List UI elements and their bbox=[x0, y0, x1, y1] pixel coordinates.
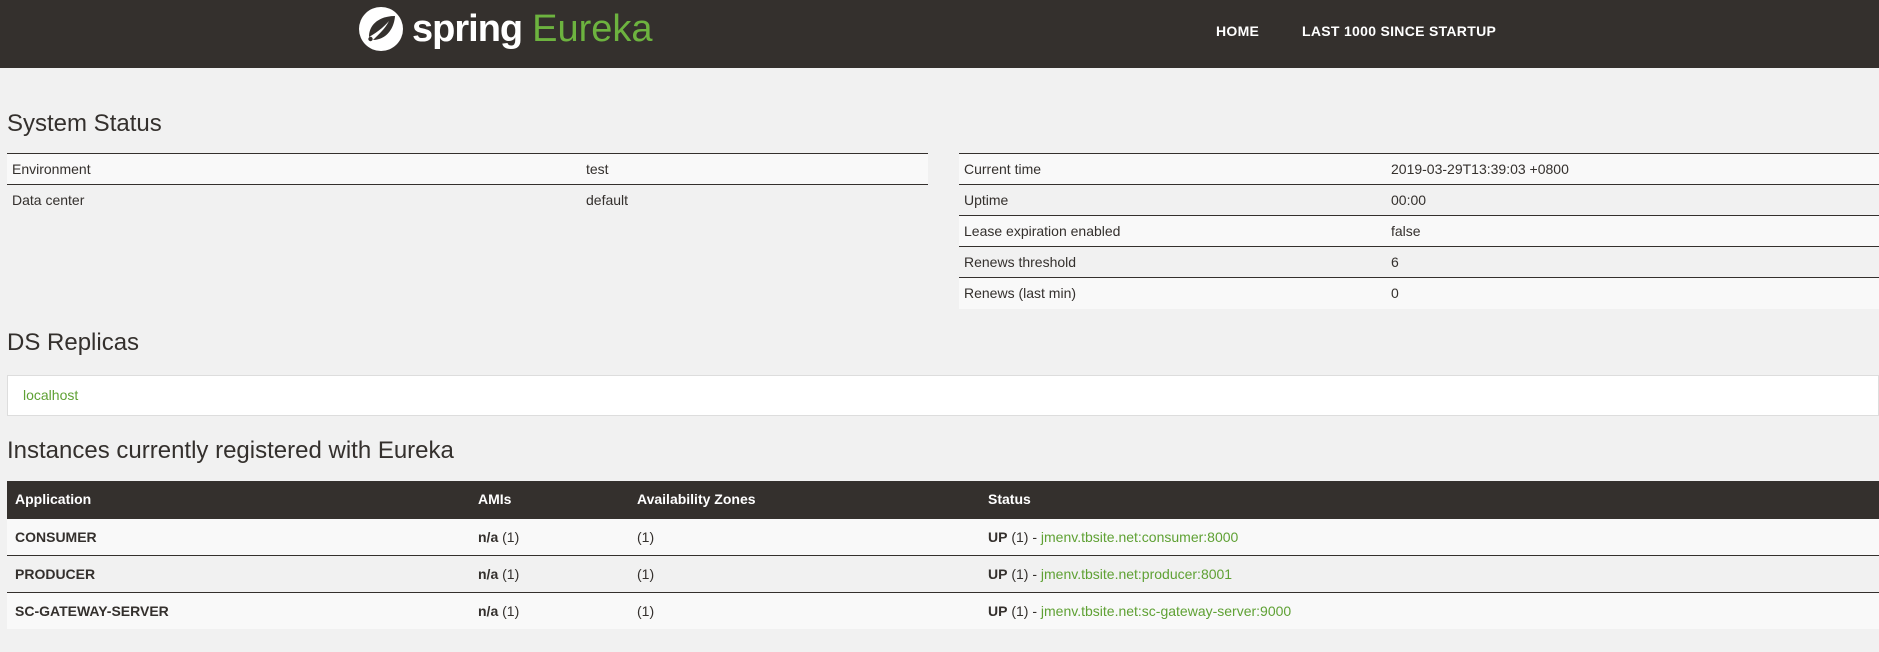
ami-cell: n/a (1) bbox=[470, 591, 629, 629]
ami-count: (1) bbox=[502, 528, 520, 545]
status-key: Environment bbox=[7, 153, 581, 185]
status-key: Uptime bbox=[959, 184, 1386, 216]
table-header-row: Application AMIs Availability Zones Stat… bbox=[7, 481, 1879, 518]
brand-eureka-text: Eureka bbox=[532, 8, 653, 50]
ami-count: (1) bbox=[502, 565, 520, 582]
status-count: (1) - bbox=[1011, 528, 1041, 545]
status-cell: UP (1) - jmenv.tbsite.net:producer:8001 bbox=[980, 554, 1879, 592]
column-header-application: Application bbox=[7, 481, 470, 518]
ami-cell: n/a (1) bbox=[470, 554, 629, 592]
table-row: Lease expiration enabled false bbox=[959, 215, 1879, 247]
status-key: Data center bbox=[7, 184, 581, 216]
ami-count: (1) bbox=[502, 602, 520, 619]
zone-cell: (1) bbox=[629, 591, 980, 629]
nav-last-1000-link[interactable]: LAST 1000 SINCE STARTUP bbox=[1302, 21, 1496, 41]
ds-replicas-list: localhost bbox=[7, 375, 1879, 416]
status-cell: UP (1) - jmenv.tbsite.net:sc-gateway-ser… bbox=[980, 591, 1879, 629]
status-value: default bbox=[581, 184, 928, 216]
ami-value: n/a bbox=[478, 565, 499, 582]
column-header-status: Status bbox=[980, 481, 1879, 518]
navbar: spring Eureka HOME LAST 1000 SINCE START… bbox=[0, 0, 1879, 68]
application-name: CONSUMER bbox=[7, 517, 470, 555]
application-name: PRODUCER bbox=[7, 554, 470, 592]
status-up: UP bbox=[988, 528, 1008, 545]
replica-link-localhost[interactable]: localhost bbox=[23, 387, 78, 403]
status-count: (1) - bbox=[1011, 602, 1041, 619]
table-row: Current time 2019-03-29T13:39:03 +0800 bbox=[959, 153, 1879, 185]
ami-cell: n/a (1) bbox=[470, 517, 629, 555]
zone-cell: (1) bbox=[629, 517, 980, 555]
instance-link[interactable]: jmenv.tbsite.net:sc-gateway-server:9000 bbox=[1041, 603, 1291, 619]
ami-value: n/a bbox=[478, 528, 499, 545]
column-header-amis: AMIs bbox=[470, 481, 629, 518]
status-up: UP bbox=[988, 602, 1008, 619]
status-cell: UP (1) - jmenv.tbsite.net:consumer:8000 bbox=[980, 517, 1879, 555]
status-key: Renews (last min) bbox=[959, 277, 1386, 309]
table-row: Uptime 00:00 bbox=[959, 184, 1879, 216]
status-key: Current time bbox=[959, 153, 1386, 185]
status-key: Renews threshold bbox=[959, 246, 1386, 278]
status-value: 00:00 bbox=[1386, 184, 1879, 216]
status-value: 0 bbox=[1386, 277, 1879, 309]
ds-replicas-heading: DS Replicas bbox=[7, 329, 140, 356]
table-row: Renews threshold 6 bbox=[959, 246, 1879, 278]
column-header-availability-zones: Availability Zones bbox=[629, 481, 980, 518]
status-key: Lease expiration enabled bbox=[959, 215, 1386, 247]
instance-link[interactable]: jmenv.tbsite.net:consumer:8000 bbox=[1041, 529, 1238, 545]
instances-table: Application AMIs Availability Zones Stat… bbox=[7, 481, 1879, 629]
status-value: 2019-03-29T13:39:03 +0800 bbox=[1386, 153, 1879, 185]
instances-heading: Instances currently registered with Eure… bbox=[7, 437, 454, 464]
table-row: Data center default bbox=[7, 184, 928, 216]
brand-link[interactable]: spring Eureka bbox=[358, 3, 653, 55]
nav-home-link[interactable]: HOME bbox=[1216, 21, 1259, 41]
status-count: (1) - bbox=[1011, 565, 1041, 582]
zone-cell: (1) bbox=[629, 554, 980, 592]
status-up: UP bbox=[988, 565, 1008, 582]
application-name: SC-GATEWAY-SERVER bbox=[7, 591, 470, 629]
table-row: Renews (last min) 0 bbox=[959, 277, 1879, 309]
system-status-table-left: Environment test Data center default bbox=[7, 153, 928, 216]
status-value: false bbox=[1386, 215, 1879, 247]
brand-spring-text: spring bbox=[412, 8, 523, 50]
status-value: 6 bbox=[1386, 246, 1879, 278]
system-status-heading: System Status bbox=[7, 110, 162, 137]
table-row: Environment test bbox=[7, 153, 928, 185]
spring-leaf-icon bbox=[359, 7, 403, 51]
table-row: CONSUMER n/a (1) (1) UP (1) - jmenv.tbsi… bbox=[7, 517, 1879, 555]
status-value: test bbox=[581, 153, 928, 185]
table-row: PRODUCER n/a (1) (1) UP (1) - jmenv.tbsi… bbox=[7, 554, 1879, 592]
instance-link[interactable]: jmenv.tbsite.net:producer:8001 bbox=[1041, 566, 1232, 582]
system-status-table-right: Current time 2019-03-29T13:39:03 +0800 U… bbox=[959, 153, 1879, 309]
ami-value: n/a bbox=[478, 602, 499, 619]
table-row: SC-GATEWAY-SERVER n/a (1) (1) UP (1) - j… bbox=[7, 591, 1879, 629]
